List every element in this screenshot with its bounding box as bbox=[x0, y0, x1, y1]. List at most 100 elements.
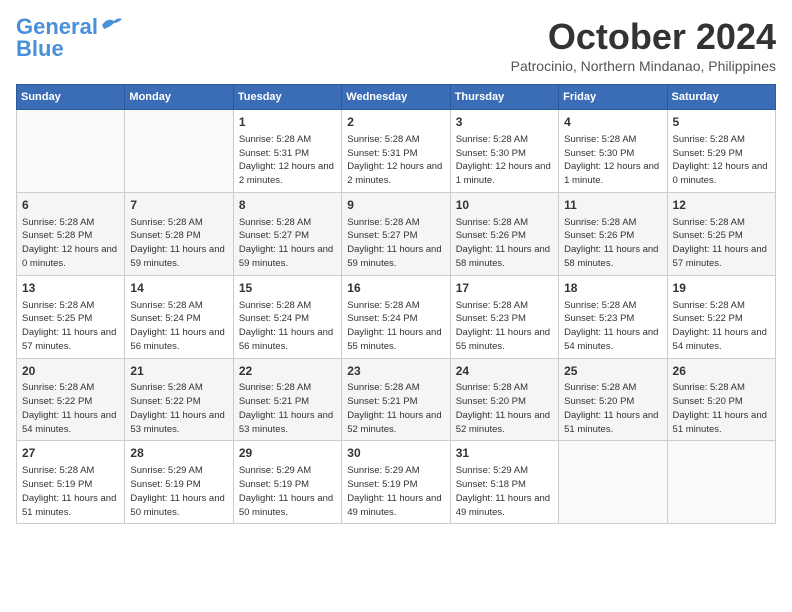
day-info: Sunrise: 5:28 AMSunset: 5:24 PMDaylight:… bbox=[130, 299, 227, 354]
day-info: Sunrise: 5:29 AMSunset: 5:18 PMDaylight:… bbox=[456, 464, 553, 519]
location-title: Patrocinio, Northern Mindanao, Philippin… bbox=[511, 58, 776, 74]
calendar-cell: 15 Sunrise: 5:28 AMSunset: 5:24 PMDayligh… bbox=[233, 275, 341, 358]
logo-bird-icon bbox=[100, 17, 122, 33]
day-number: 3 bbox=[456, 114, 553, 131]
calendar-cell: 2 Sunrise: 5:28 AMSunset: 5:31 PMDaylight… bbox=[342, 110, 450, 193]
day-info: Sunrise: 5:28 AMSunset: 5:22 PMDaylight:… bbox=[22, 381, 119, 436]
calendar-cell: 3 Sunrise: 5:28 AMSunset: 5:30 PMDaylight… bbox=[450, 110, 558, 193]
day-info: Sunrise: 5:28 AMSunset: 5:29 PMDaylight:… bbox=[673, 133, 770, 188]
day-info: Sunrise: 5:28 AMSunset: 5:25 PMDaylight:… bbox=[673, 216, 770, 271]
calendar-cell: 19 Sunrise: 5:28 AMSunset: 5:22 PMDayligh… bbox=[667, 275, 775, 358]
day-info: Sunrise: 5:28 AMSunset: 5:21 PMDaylight:… bbox=[239, 381, 336, 436]
calendar-cell: 16 Sunrise: 5:28 AMSunset: 5:24 PMDayligh… bbox=[342, 275, 450, 358]
calendar-cell bbox=[17, 110, 125, 193]
day-number: 24 bbox=[456, 363, 553, 380]
day-number: 1 bbox=[239, 114, 336, 131]
day-number: 21 bbox=[130, 363, 227, 380]
day-number: 17 bbox=[456, 280, 553, 297]
logo-text: General bbox=[16, 16, 98, 38]
calendar-cell: 17Sunrise: 5:28 AMSunset: 5:23 PMDayligh… bbox=[450, 275, 558, 358]
day-number: 4 bbox=[564, 114, 661, 131]
day-number: 31 bbox=[456, 445, 553, 462]
calendar-cell: 5 Sunrise: 5:28 AMSunset: 5:29 PMDaylight… bbox=[667, 110, 775, 193]
day-info: Sunrise: 5:28 AMSunset: 5:25 PMDaylight:… bbox=[22, 299, 119, 354]
day-number: 2 bbox=[347, 114, 444, 131]
day-number: 5 bbox=[673, 114, 770, 131]
day-number: 19 bbox=[673, 280, 770, 297]
day-number: 27 bbox=[22, 445, 119, 462]
calendar-cell: 28Sunrise: 5:29 AMSunset: 5:19 PMDayligh… bbox=[125, 441, 233, 524]
calendar-cell: 24Sunrise: 5:28 AMSunset: 5:20 PMDayligh… bbox=[450, 358, 558, 441]
calendar-table: SundayMondayTuesdayWednesdayThursdayFrid… bbox=[16, 84, 776, 524]
calendar-week-row: 6Sunrise: 5:28 AMSunset: 5:28 PMDaylight… bbox=[17, 192, 776, 275]
calendar-cell: 29 Sunrise: 5:29 AMSunset: 5:19 PMDayligh… bbox=[233, 441, 341, 524]
day-number: 16 bbox=[347, 280, 444, 297]
calendar-cell: 23Sunrise: 5:28 AMSunset: 5:21 PMDayligh… bbox=[342, 358, 450, 441]
day-number: 9 bbox=[347, 197, 444, 214]
calendar-cell: 7 Sunrise: 5:28 AMSunset: 5:28 PMDaylight… bbox=[125, 192, 233, 275]
logo-text-blue: Blue bbox=[16, 38, 64, 60]
calendar-week-row: 13 Sunrise: 5:28 AMSunset: 5:25 PMDayligh… bbox=[17, 275, 776, 358]
day-number: 14 bbox=[130, 280, 227, 297]
calendar-cell: 1 Sunrise: 5:28 AMSunset: 5:31 PMDaylight… bbox=[233, 110, 341, 193]
day-number: 10 bbox=[456, 197, 553, 214]
calendar-cell: 22Sunrise: 5:28 AMSunset: 5:21 PMDayligh… bbox=[233, 358, 341, 441]
day-info: Sunrise: 5:28 AMSunset: 5:28 PMDaylight:… bbox=[130, 216, 227, 271]
calendar-cell bbox=[667, 441, 775, 524]
weekday-header: Friday bbox=[559, 85, 667, 110]
day-number: 13 bbox=[22, 280, 119, 297]
calendar-cell: 31 Sunrise: 5:29 AMSunset: 5:18 PMDayligh… bbox=[450, 441, 558, 524]
calendar-cell: 21Sunrise: 5:28 AMSunset: 5:22 PMDayligh… bbox=[125, 358, 233, 441]
day-info: Sunrise: 5:29 AMSunset: 5:19 PMDaylight:… bbox=[130, 464, 227, 519]
day-number: 23 bbox=[347, 363, 444, 380]
page-header: General Blue October 2024 Patrocinio, No… bbox=[16, 16, 776, 74]
day-info: Sunrise: 5:28 AMSunset: 5:27 PMDaylight:… bbox=[347, 216, 444, 271]
day-info: Sunrise: 5:28 AMSunset: 5:30 PMDaylight:… bbox=[456, 133, 553, 188]
weekday-header: Monday bbox=[125, 85, 233, 110]
day-number: 18 bbox=[564, 280, 661, 297]
calendar-header-row: SundayMondayTuesdayWednesdayThursdayFrid… bbox=[17, 85, 776, 110]
calendar-cell: 26Sunrise: 5:28 AMSunset: 5:20 PMDayligh… bbox=[667, 358, 775, 441]
calendar-cell: 13 Sunrise: 5:28 AMSunset: 5:25 PMDayligh… bbox=[17, 275, 125, 358]
weekday-header: Sunday bbox=[17, 85, 125, 110]
calendar-cell: 9 Sunrise: 5:28 AMSunset: 5:27 PMDaylight… bbox=[342, 192, 450, 275]
day-info: Sunrise: 5:28 AMSunset: 5:31 PMDaylight:… bbox=[239, 133, 336, 188]
day-info: Sunrise: 5:28 AMSunset: 5:26 PMDaylight:… bbox=[456, 216, 553, 271]
day-info: Sunrise: 5:28 AMSunset: 5:21 PMDaylight:… bbox=[347, 381, 444, 436]
calendar-cell: 11 Sunrise: 5:28 AMSunset: 5:26 PMDayligh… bbox=[559, 192, 667, 275]
month-title: October 2024 bbox=[511, 16, 776, 58]
calendar-week-row: 20Sunrise: 5:28 AMSunset: 5:22 PMDayligh… bbox=[17, 358, 776, 441]
day-info: Sunrise: 5:28 AMSunset: 5:24 PMDaylight:… bbox=[347, 299, 444, 354]
calendar-cell: 27 Sunrise: 5:28 AMSunset: 5:19 PMDayligh… bbox=[17, 441, 125, 524]
weekday-header: Thursday bbox=[450, 85, 558, 110]
day-info: Sunrise: 5:28 AMSunset: 5:20 PMDaylight:… bbox=[564, 381, 661, 436]
calendar-week-row: 1 Sunrise: 5:28 AMSunset: 5:31 PMDaylight… bbox=[17, 110, 776, 193]
calendar-cell: 12 Sunrise: 5:28 AMSunset: 5:25 PMDayligh… bbox=[667, 192, 775, 275]
weekday-header: Saturday bbox=[667, 85, 775, 110]
calendar-week-row: 27 Sunrise: 5:28 AMSunset: 5:19 PMDayligh… bbox=[17, 441, 776, 524]
day-number: 12 bbox=[673, 197, 770, 214]
calendar-cell: 6Sunrise: 5:28 AMSunset: 5:28 PMDaylight… bbox=[17, 192, 125, 275]
day-number: 30 bbox=[347, 445, 444, 462]
day-info: Sunrise: 5:28 AMSunset: 5:20 PMDaylight:… bbox=[456, 381, 553, 436]
day-info: Sunrise: 5:28 AMSunset: 5:24 PMDaylight:… bbox=[239, 299, 336, 354]
day-number: 8 bbox=[239, 197, 336, 214]
day-info: Sunrise: 5:28 AMSunset: 5:31 PMDaylight:… bbox=[347, 133, 444, 188]
calendar-cell: 20Sunrise: 5:28 AMSunset: 5:22 PMDayligh… bbox=[17, 358, 125, 441]
day-number: 29 bbox=[239, 445, 336, 462]
day-number: 11 bbox=[564, 197, 661, 214]
logo: General Blue bbox=[16, 16, 122, 60]
day-info: Sunrise: 5:28 AMSunset: 5:27 PMDaylight:… bbox=[239, 216, 336, 271]
calendar-cell: 30Sunrise: 5:29 AMSunset: 5:19 PMDayligh… bbox=[342, 441, 450, 524]
day-info: Sunrise: 5:28 AMSunset: 5:23 PMDaylight:… bbox=[564, 299, 661, 354]
day-info: Sunrise: 5:28 AMSunset: 5:26 PMDaylight:… bbox=[564, 216, 661, 271]
day-info: Sunrise: 5:28 AMSunset: 5:28 PMDaylight:… bbox=[22, 216, 119, 271]
day-info: Sunrise: 5:28 AMSunset: 5:22 PMDaylight:… bbox=[673, 299, 770, 354]
day-info: Sunrise: 5:29 AMSunset: 5:19 PMDaylight:… bbox=[239, 464, 336, 519]
day-info: Sunrise: 5:28 AMSunset: 5:30 PMDaylight:… bbox=[564, 133, 661, 188]
day-number: 15 bbox=[239, 280, 336, 297]
day-number: 7 bbox=[130, 197, 227, 214]
day-info: Sunrise: 5:28 AMSunset: 5:19 PMDaylight:… bbox=[22, 464, 119, 519]
day-number: 20 bbox=[22, 363, 119, 380]
day-number: 25 bbox=[564, 363, 661, 380]
